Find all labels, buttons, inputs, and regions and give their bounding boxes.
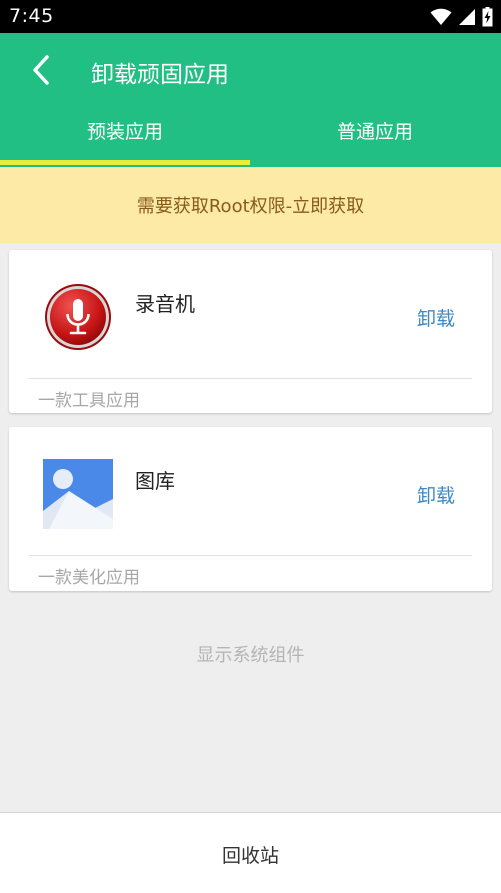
root-permission-banner[interactable]: 需要获取Root权限-立即获取: [0, 167, 501, 243]
divider: [29, 378, 472, 379]
uninstall-button[interactable]: 卸载: [417, 481, 455, 508]
signal-icon: [459, 9, 475, 25]
page-title: 卸载顽固应用: [91, 62, 229, 88]
status-icons: [430, 7, 493, 27]
tab-indicator: [0, 160, 250, 165]
tab-normal-apps[interactable]: 普通应用: [250, 117, 500, 144]
app-name: 图库: [135, 469, 175, 493]
battery-charging-icon: [482, 7, 493, 27]
uninstall-button[interactable]: 卸载: [417, 304, 455, 331]
app-card-recorder: 录音机 卸载 一款工具应用: [9, 250, 492, 413]
back-arrow-icon[interactable]: [26, 51, 64, 89]
app-description: 一款工具应用: [38, 391, 140, 411]
status-bar: 7:45: [0, 0, 501, 33]
show-system-components-link[interactable]: 显示系统组件: [0, 641, 501, 667]
wifi-icon: [430, 8, 452, 25]
app-bar: 卸载顽固应用 预装应用 普通应用: [0, 33, 501, 167]
status-time: 7:45: [9, 5, 54, 27]
recycle-bin-button[interactable]: 回收站: [0, 841, 501, 868]
gallery-icon: [43, 459, 113, 529]
tab-preinstalled-apps[interactable]: 预装应用: [0, 117, 250, 144]
divider: [29, 555, 472, 556]
microphone-icon: [45, 284, 111, 350]
app-card-gallery: 图库 卸载 一款美化应用: [9, 427, 492, 591]
bottom-bar: 回收站: [0, 812, 501, 893]
app-name: 录音机: [135, 292, 195, 316]
app-description: 一款美化应用: [38, 568, 140, 588]
